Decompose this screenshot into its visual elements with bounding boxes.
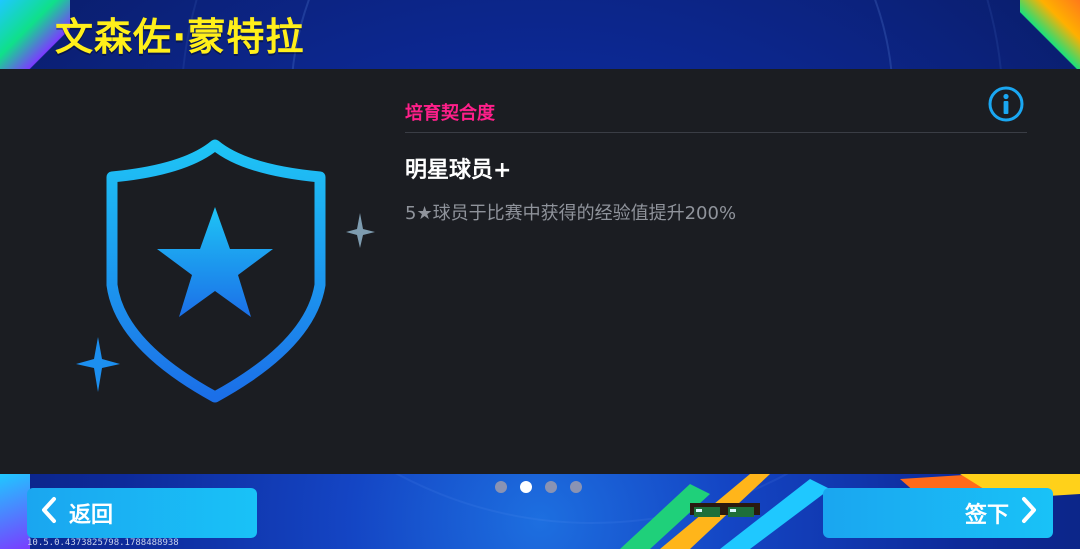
page-dot-1[interactable] bbox=[495, 481, 507, 493]
back-button-label: 返回 bbox=[69, 503, 114, 528]
page-dot-2[interactable] bbox=[520, 481, 532, 493]
divider bbox=[405, 132, 1027, 133]
sign-button-label: 签下 bbox=[964, 503, 1009, 528]
back-button[interactable]: 返回 bbox=[27, 488, 257, 538]
sign-button[interactable]: 签下 bbox=[823, 488, 1053, 538]
version-text: 10.5.0.4373825798.1788488938 bbox=[27, 538, 179, 548]
chevron-right-icon bbox=[1019, 496, 1039, 530]
skill-name: 明星球员+ bbox=[405, 158, 512, 183]
section-label: 培育契合度 bbox=[405, 103, 495, 124]
chevron-left-icon bbox=[39, 496, 59, 530]
corner-decoration-right bbox=[1020, 0, 1080, 70]
bottom-left-decoration bbox=[0, 474, 30, 549]
skill-description: 5★球员于比赛中获得的经验值提升200% bbox=[405, 203, 737, 224]
pagination-dots bbox=[495, 481, 582, 493]
shield-star-icon bbox=[70, 135, 380, 405]
player-name-title: 文森佐·蒙特拉 bbox=[55, 15, 305, 59]
page-dot-3[interactable] bbox=[545, 481, 557, 493]
page-dot-4[interactable] bbox=[570, 481, 582, 493]
info-icon[interactable] bbox=[988, 86, 1024, 122]
